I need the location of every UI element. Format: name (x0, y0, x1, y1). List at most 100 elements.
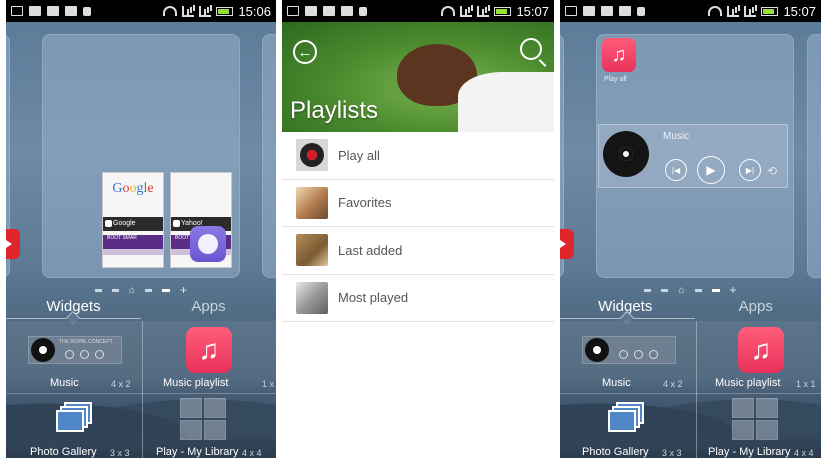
widget-size-music: 4 x 2 (663, 379, 683, 389)
wifi-icon (441, 6, 456, 16)
repeat-icon[interactable]: ⟲ (767, 164, 777, 178)
list-item-last-added[interactable]: Last added (282, 227, 554, 275)
next-track-icon[interactable]: ▶| (739, 159, 761, 181)
vinyl-record-icon (296, 139, 328, 172)
widget-size-play-library: 4 x 4 (794, 448, 814, 458)
vinyl-icon (31, 338, 55, 362)
signal-icon-2 (477, 5, 490, 17)
clock: 15:07 (783, 3, 816, 19)
widget-tabs: Widgets Apps (6, 296, 276, 320)
music-widget-thumb[interactable]: THE ROYAL CONCEPT (28, 336, 122, 364)
tab-apps[interactable]: Apps (141, 296, 276, 320)
widget-tabs: Widgets Apps (560, 296, 821, 320)
widget-label-music: Music (50, 377, 79, 389)
vinyl-record-icon (603, 131, 649, 177)
widget-label-play-library: Play - My Library (708, 446, 791, 458)
music-widget-thumb[interactable] (582, 336, 676, 364)
video-app-icon[interactable] (6, 229, 20, 259)
play-icon[interactable]: ▶ (697, 156, 725, 184)
home-icon: ⌂ (678, 284, 685, 296)
page-indicator[interactable]: ⌂ + (6, 283, 276, 297)
image-icon (305, 6, 317, 16)
mail-icon (11, 6, 23, 16)
photo-gallery-icon[interactable] (56, 402, 94, 432)
previous-track-icon[interactable]: |◀ (665, 159, 687, 181)
lock-icon (359, 6, 367, 16)
signal-icon (727, 5, 740, 17)
copy-icon (65, 6, 77, 16)
back-arrow-icon[interactable]: ← (293, 40, 317, 64)
widget-size-music-playlist: 1 x 1 (262, 379, 276, 389)
cast-icon (47, 6, 59, 16)
music-playlist-icon[interactable]: ♫ (738, 327, 784, 373)
mail-icon (287, 6, 299, 16)
launcher-panel-right: 15:07 ♫ Play all Music |◀ ▶ ▶| ⟲ ⌂ + Wid… (560, 0, 821, 458)
home-screen-preview-right[interactable] (807, 34, 821, 278)
browser-globe-icon[interactable] (190, 226, 226, 262)
widget-size-music: 4 x 2 (111, 379, 131, 389)
play-icon (634, 349, 643, 359)
signal-icon (460, 5, 473, 17)
play-icon (80, 349, 89, 359)
playlists-header-image: ← Playlists (282, 22, 554, 132)
search-icon[interactable] (520, 38, 542, 60)
image-icon (29, 6, 41, 16)
widget-size-photo-gallery: 3 x 3 (110, 448, 130, 458)
signal-icon (182, 5, 195, 17)
widget-size-play-library: 4 x 4 (242, 448, 262, 458)
widget-size-music-playlist: 1 x 1 (796, 379, 816, 389)
home-icon: ⌂ (128, 284, 136, 296)
tab-apps[interactable]: Apps (691, 296, 821, 320)
video-app-icon[interactable] (560, 229, 574, 259)
battery-icon (494, 6, 512, 16)
cast-icon (601, 6, 613, 16)
image-icon (583, 6, 595, 16)
music-widget[interactable]: Music |◀ ▶ ▶| ⟲ (598, 124, 788, 188)
signal-icon-2 (199, 5, 212, 17)
guitar-thumbnail (296, 234, 328, 267)
clock: 15:06 (238, 3, 271, 19)
widget-size-photo-gallery: 3 x 3 (662, 448, 682, 458)
cast-icon (323, 6, 335, 16)
page-indicator[interactable]: ⌂ + (560, 283, 821, 297)
page-title: Playlists (290, 97, 379, 124)
photo-gallery-icon[interactable] (608, 402, 646, 432)
add-page-icon: + (729, 283, 737, 297)
widget-label-music-playlist: Music playlist (715, 377, 781, 389)
vinyl-icon (585, 338, 609, 362)
widget-label-music-playlist: Music playlist (163, 377, 229, 389)
add-page-icon: + (180, 283, 188, 297)
play-library-icon[interactable] (732, 398, 778, 440)
widget-label-play-library: Play - My Library (156, 446, 239, 458)
list-item-favorites[interactable]: Favorites (282, 180, 554, 227)
copy-icon (619, 6, 631, 16)
list-item-play-all[interactable]: Play all (282, 132, 554, 180)
list-item-most-played[interactable]: Most played (282, 275, 554, 322)
next-icon (95, 349, 104, 359)
clock: 15:07 (516, 3, 549, 19)
widget-label-photo-gallery: Photo Gallery (582, 446, 649, 458)
widget-label-music: Music (602, 377, 631, 389)
play-library-icon[interactable] (180, 398, 226, 440)
preview-banner: BOOT SMAR (103, 235, 163, 249)
copy-icon (341, 6, 353, 16)
home-screen-preview-right[interactable] (262, 34, 276, 278)
google-title-bar: Google (103, 217, 163, 231)
launcher-panel-left: 15:06 Google Google BOOT SMAR Yahoo! BOO… (6, 0, 276, 458)
mail-icon (565, 6, 577, 16)
play-all-shortcut-icon[interactable]: ♫ (602, 38, 636, 72)
lock-icon (637, 6, 645, 16)
status-bar: 15:07 (560, 0, 821, 22)
battery-icon (216, 6, 234, 16)
wifi-icon (163, 6, 178, 16)
music-playlist-icon[interactable]: ♫ (186, 327, 232, 373)
status-bar: 15:06 (6, 0, 276, 22)
prev-icon (619, 349, 628, 359)
widget-label-photo-gallery: Photo Gallery (30, 446, 97, 458)
music-widget-title: Music (663, 131, 690, 142)
wifi-icon (708, 6, 723, 16)
google-app-preview[interactable]: Google Google BOOT SMAR (102, 172, 164, 268)
playlist-list: Play all Favorites Last added Most playe… (282, 132, 554, 322)
lock-icon (83, 6, 91, 16)
next-icon (649, 349, 658, 359)
